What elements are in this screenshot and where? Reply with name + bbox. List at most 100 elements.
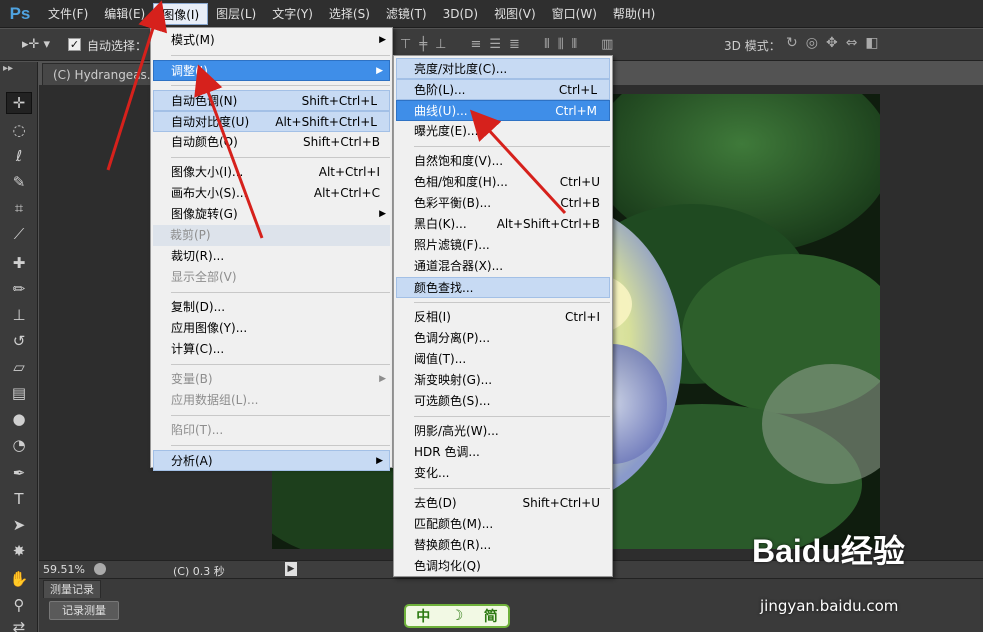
image-menu-item[interactable]: 自动色调(N) Shift+Ctrl+L	[153, 90, 390, 111]
lasso-tool-icon[interactable]: ℓ	[6, 145, 32, 167]
menu-4[interactable]: 文字(Y)	[264, 3, 321, 25]
adjust-menu-item[interactable]: 亮度/对比度(C)...	[396, 58, 610, 79]
measurement-log-tab[interactable]: 测量记录	[43, 580, 101, 598]
align-top-icon[interactable]: ⊤	[400, 37, 411, 52]
distribute-middle-icon[interactable]: ☰	[489, 37, 501, 52]
adjust-menu-item[interactable]: 色调均化(Q)	[394, 556, 612, 577]
image-menu-item[interactable]: 自动颜色(O) Shift+Ctrl+B	[151, 132, 392, 153]
zoom-tool-icon[interactable]: ⚲	[6, 594, 32, 616]
image-menu-item[interactable]: 模式(M) ▶	[151, 30, 392, 51]
record-measurement-button[interactable]: 记录测量	[49, 601, 119, 620]
adjust-menu-item[interactable]: 阈值(T)...	[394, 349, 612, 370]
3d-rotate-icon[interactable]: ↻	[786, 35, 798, 51]
adjust-menu-item-label: 曝光度(E)...	[414, 124, 479, 138]
align-bottom-icon[interactable]: ⊥	[435, 37, 446, 52]
image-menu-item[interactable]: 应用图像(Y)...	[151, 318, 392, 339]
adjust-menu-item[interactable]: 色彩平衡(B)... Ctrl+B	[394, 193, 612, 214]
image-menu-item[interactable]: 自动对比度(U) Alt+Shift+Ctrl+L	[153, 111, 390, 132]
auto-select-label: 自动选择：	[87, 39, 148, 53]
menu-2[interactable]: 图像(I)	[153, 2, 209, 25]
path-selection-tool-icon[interactable]: ➤	[6, 514, 32, 536]
image-menu-item[interactable]: 画布大小(S)... Alt+Ctrl+C	[151, 183, 392, 204]
align-middle-icon[interactable]: ╪	[419, 37, 427, 52]
ime-chinese-mode[interactable]: 中	[416, 606, 430, 626]
image-menu-separator	[171, 415, 390, 416]
eraser-tool-icon[interactable]: ▱	[6, 356, 32, 378]
3d-pan-icon[interactable]: ✥	[826, 35, 838, 51]
adjust-menu-item[interactable]: HDR 色调...	[394, 442, 612, 463]
image-menu-item[interactable]: 图像旋转(G) ▶	[151, 204, 392, 225]
status-menu-play-icon[interactable]: ▶	[285, 562, 297, 576]
quick-selection-tool-icon[interactable]: ✎	[6, 171, 32, 193]
ime-status-bar[interactable]: 中 ☽ 简	[404, 604, 510, 628]
type-tool-icon[interactable]: T	[6, 488, 32, 510]
adjust-menu-item[interactable]: 自然饱和度(V)...	[394, 151, 612, 172]
pen-tool-icon[interactable]: ✒	[6, 462, 32, 484]
auto-align-icon[interactable]: ▥	[601, 37, 613, 52]
adjust-menu-item[interactable]: 阴影/高光(W)...	[394, 421, 612, 442]
adjust-menu-item[interactable]: 匹配颜色(M)...	[394, 514, 612, 535]
zoom-level[interactable]: 59.51%	[43, 563, 85, 576]
adjust-menu-item[interactable]: 颜色查找...	[396, 277, 610, 298]
adjust-menu-item[interactable]: 色相/饱和度(H)... Ctrl+U	[394, 172, 612, 193]
ime-moon-icon[interactable]: ☽	[451, 608, 464, 624]
move-tool-preset-icon[interactable]: ▸✛ ▾	[22, 37, 50, 52]
gradient-tool-icon[interactable]: ▤	[6, 382, 32, 404]
dodge-tool-icon[interactable]: ◔	[6, 434, 32, 456]
hand-tool-icon[interactable]: ✋	[6, 568, 32, 590]
menu-0[interactable]: 文件(F)	[40, 3, 96, 25]
image-menu-separator	[171, 85, 390, 86]
adjust-menu-item[interactable]: 色阶(L)... Ctrl+L	[396, 79, 610, 100]
distribute-bottom-icon[interactable]: ≣	[509, 37, 520, 52]
menu-9[interactable]: 窗口(W)	[544, 3, 605, 25]
image-menu-item[interactable]: 计算(C)...	[151, 339, 392, 360]
image-menu-item[interactable]: 分析(A) ▶	[153, 450, 390, 471]
menu-1[interactable]: 编辑(E)	[96, 3, 153, 25]
image-menu-item[interactable]: 复制(D)...	[151, 297, 392, 318]
3d-roll-icon[interactable]: ◎	[806, 35, 818, 51]
distribute-top-icon[interactable]: ≡	[470, 37, 481, 52]
clone-stamp-tool-icon[interactable]: ⊥	[6, 304, 32, 326]
adjust-menu-item[interactable]: 照片滤镜(F)...	[394, 235, 612, 256]
distribute-center-icon[interactable]: ⫼	[558, 37, 564, 52]
color-swap-icon[interactable]: ⇄	[6, 616, 32, 632]
3d-slide-icon[interactable]: ⇔	[846, 35, 858, 51]
ime-simplified-mode[interactable]: 简	[484, 606, 498, 626]
adjust-menu-item[interactable]: 去色(D) Shift+Ctrl+U	[394, 493, 612, 514]
adjust-menu-item[interactable]: 变化...	[394, 463, 612, 484]
menu-5[interactable]: 选择(S)	[321, 3, 378, 25]
crop-tool-icon[interactable]: ⌗	[6, 197, 32, 219]
adjust-menu-item[interactable]: 曝光度(E)...	[394, 121, 612, 142]
healing-brush-tool-icon[interactable]: ✚	[6, 252, 32, 274]
menu-7[interactable]: 3D(D)	[435, 3, 486, 25]
adjust-menu-item[interactable]: 曲线(U)... Ctrl+M	[396, 100, 610, 121]
adjust-menu-item[interactable]: 替换颜色(R)...	[394, 535, 612, 556]
brush-tool-icon[interactable]: ✏	[6, 278, 32, 300]
adjust-menu-item[interactable]: 可选颜色(S)...	[394, 391, 612, 412]
adjust-menu-item[interactable]: 通道混合器(X)...	[394, 256, 612, 277]
auto-select-checkbox[interactable]: ✓	[68, 38, 81, 51]
distribute-left-icon[interactable]: ⦀	[544, 37, 550, 52]
shape-tool-icon[interactable]: ✸	[6, 540, 32, 562]
collapse-toolbox-icon[interactable]: ▸▸	[3, 63, 13, 74]
image-menu-item[interactable]: 调整(J) ▶	[153, 60, 390, 81]
adjust-menu-item[interactable]: 黑白(K)... Alt+Shift+Ctrl+B	[394, 214, 612, 235]
distribute-right-icon[interactable]: ⫴	[572, 37, 577, 52]
eyedropper-tool-icon[interactable]: ⟋	[6, 223, 32, 245]
3d-scale-icon[interactable]: ◧	[865, 35, 878, 51]
menu-3[interactable]: 图层(L)	[208, 3, 264, 25]
adjust-menu-item[interactable]: 反相(I) Ctrl+I	[394, 307, 612, 328]
menu-10[interactable]: 帮助(H)	[605, 3, 663, 25]
move-tool-icon[interactable]: ✛	[6, 92, 32, 114]
image-menu-item: 陷印(T)...	[151, 420, 392, 441]
menu-8[interactable]: 视图(V)	[486, 3, 544, 25]
menu-6[interactable]: 滤镜(T)	[378, 3, 435, 25]
image-menu-item[interactable]: 裁切(R)...	[151, 246, 392, 267]
history-brush-tool-icon[interactable]: ↺	[6, 330, 32, 352]
zoom-menu-icon[interactable]	[94, 563, 106, 575]
blur-tool-icon[interactable]: ●	[6, 408, 32, 430]
image-menu-item[interactable]: 图像大小(I)... Alt+Ctrl+I	[151, 162, 392, 183]
adjust-menu-item[interactable]: 色调分离(P)...	[394, 328, 612, 349]
adjust-menu-item[interactable]: 渐变映射(G)...	[394, 370, 612, 391]
marquee-tool-icon[interactable]: ◌	[6, 119, 32, 141]
